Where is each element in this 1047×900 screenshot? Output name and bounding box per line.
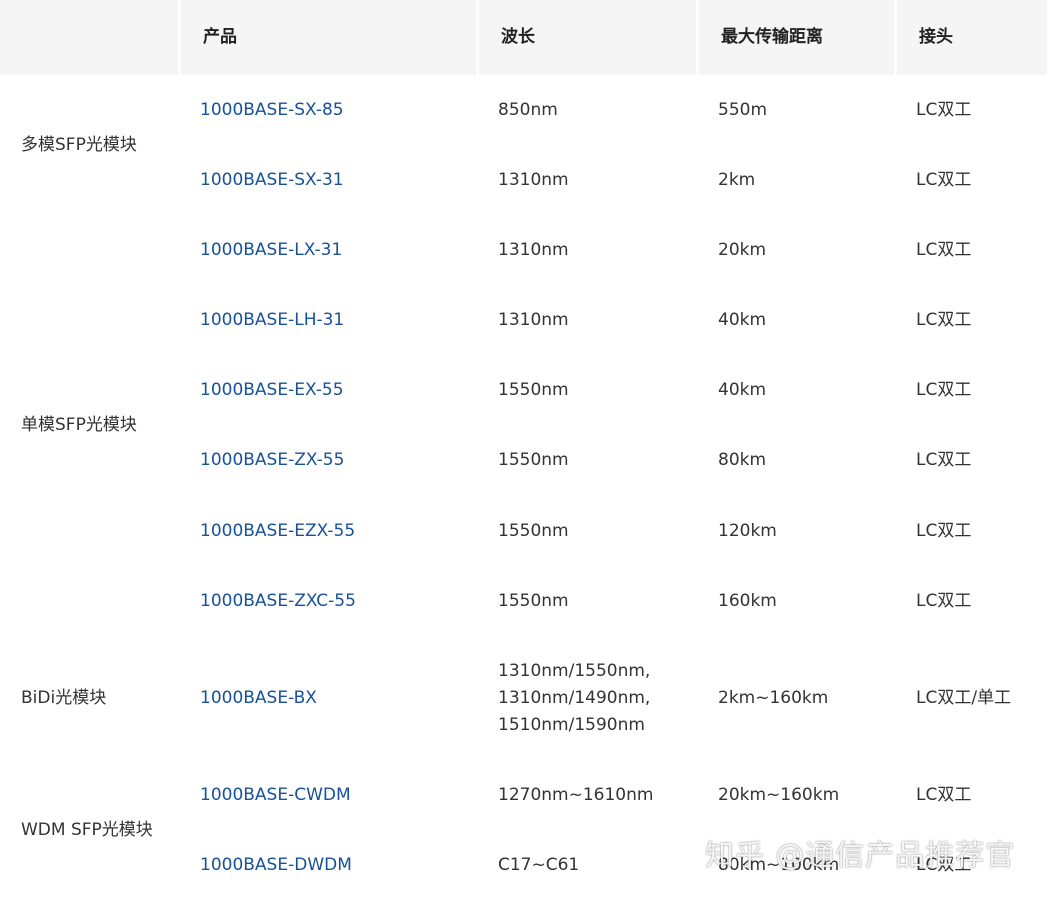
table-row-product[interactable]: 1000BASE-CWDM	[178, 760, 476, 830]
table-row-connector: LC双工/单工	[916, 687, 1012, 708]
category-bidi: BiDi光模块	[21, 687, 107, 708]
wavelength-lines: 1310nm/1550nm, 1310nm/1490nm, 1510nm/159…	[498, 658, 650, 739]
wavelength-line: 1310nm/1490nm,	[498, 687, 651, 708]
zhihu-watermark: 知乎 @通信产品推荐官	[705, 838, 1016, 872]
table-row-product[interactable]: 1000BASE-EX-55	[178, 355, 476, 425]
product-link[interactable]: 1000BASE-EX-55	[200, 377, 344, 404]
product-link[interactable]: 1000BASE-ZX-55	[200, 447, 344, 474]
table-row-product[interactable]: 1000BASE-SX-85	[178, 75, 476, 145]
table-row-wavelength: 1310nm	[498, 309, 569, 330]
table-row-product[interactable]: 1000BASE-BX	[178, 636, 476, 760]
table-row-distance: 80km	[718, 450, 767, 470]
table-row-connector: LC双工	[916, 520, 972, 541]
table-row-product[interactable]: 1000BASE-LH-31	[178, 285, 476, 355]
table-row-wavelength: 1270nm~1610nm	[498, 784, 654, 805]
category-wdm: WDM SFP光模块	[21, 819, 153, 840]
table-row-connector: LC双工	[916, 784, 972, 805]
table-row-connector: LC双工	[916, 99, 972, 120]
table-row-wavelength: 1310nm	[498, 169, 569, 190]
table-row-distance: 2km~160km	[718, 687, 829, 708]
product-link[interactable]: 1000BASE-EZX-55	[200, 518, 355, 545]
table-row-distance: 160km	[718, 590, 777, 611]
table-row-wavelength: 1550nm	[498, 520, 569, 541]
wavelength-line: 1510nm/1590nm	[498, 714, 645, 735]
table-row-distance: 20km~160km	[718, 784, 840, 805]
product-link[interactable]: 1000BASE-SX-31	[200, 167, 344, 194]
table-row-product[interactable]: 1000BASE-DWDM	[178, 830, 476, 900]
table-row-wavelength: 1550nm	[498, 450, 569, 470]
table-row-product[interactable]: 1000BASE-EZX-55	[178, 496, 476, 566]
table-row-product[interactable]: 1000BASE-ZXC-55	[178, 566, 476, 636]
product-link[interactable]: 1000BASE-LX-31	[200, 237, 342, 264]
table-row-wavelength: 1550nm	[498, 590, 569, 611]
wavelength-line: 1310nm/1550nm,	[498, 660, 651, 681]
table-row-connector: LC双工	[916, 239, 972, 260]
product-link[interactable]: 1000BASE-LH-31	[200, 307, 344, 334]
table-row-wavelength: 1310nm	[498, 239, 569, 260]
table-row-wavelength: C17~C61	[498, 854, 580, 875]
header-category	[0, 0, 178, 75]
table-row-product[interactable]: 1000BASE-LX-31	[178, 215, 476, 285]
product-table: 产品 波长 最大传输距离 接头 多模SFP光模块 单模SFP光模块 BiDi光模…	[0, 0, 1047, 894]
table-row-distance: 20km	[718, 239, 767, 260]
table-row-wavelength: 1550nm	[498, 379, 569, 400]
table-row-connector: LC双工	[916, 590, 972, 611]
table-row-product[interactable]: 1000BASE-SX-31	[178, 145, 476, 215]
table-row-distance: 40km	[718, 379, 767, 400]
header-distance: 最大传输距离	[696, 0, 894, 75]
product-link[interactable]: 1000BASE-DWDM	[200, 852, 352, 879]
table-row-connector: LC双工	[916, 379, 972, 400]
header-wavelength: 波长	[476, 0, 696, 75]
table-row-connector: LC双工	[916, 169, 972, 190]
category-singlemode: 单模SFP光模块	[21, 415, 137, 435]
product-link[interactable]: 1000BASE-CWDM	[200, 782, 351, 809]
table-row-wavelength: 850nm	[498, 99, 558, 120]
product-link[interactable]: 1000BASE-BX	[200, 685, 317, 712]
header-connector: 接头	[894, 0, 1047, 75]
table-row-wavelength: 1310nm/1550nm, 1310nm/1490nm, 1510nm/159…	[476, 636, 696, 760]
table-row-distance: 40km	[718, 309, 767, 330]
table-row-product[interactable]: 1000BASE-ZX-55	[178, 425, 476, 496]
product-link[interactable]: 1000BASE-ZXC-55	[200, 588, 356, 615]
product-link[interactable]: 1000BASE-SX-85	[200, 97, 344, 124]
table-row-distance: 120km	[718, 520, 777, 541]
table-row-distance: 550m	[718, 99, 768, 120]
category-multimode: 多模SFP光模块	[21, 134, 137, 155]
table-row-distance: 2km	[718, 169, 756, 190]
table-row-connector: LC双工	[916, 309, 972, 330]
header-product: 产品	[178, 0, 476, 75]
table-row-connector: LC双工	[916, 450, 972, 470]
